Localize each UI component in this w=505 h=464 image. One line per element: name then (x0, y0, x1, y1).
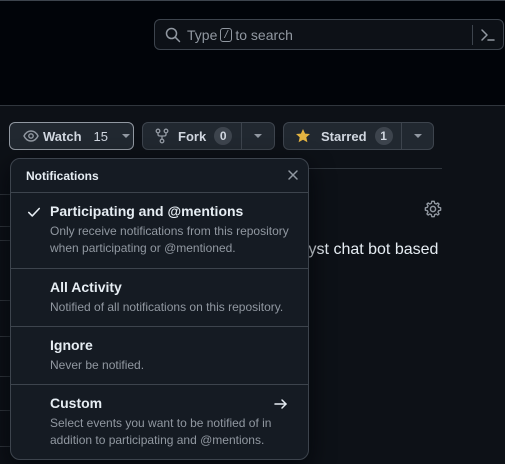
fork-button[interactable]: Fork 0 (143, 123, 241, 149)
search-placeholder-suffix: to search (235, 27, 293, 43)
triangle-down-icon (253, 132, 263, 140)
star-lists-dropdown-button[interactable] (401, 123, 433, 149)
starred-label: Starred (321, 128, 367, 144)
tab-divider (296, 168, 442, 169)
eye-icon (23, 128, 39, 144)
command-palette-icon[interactable] (480, 27, 496, 46)
fork-dropdown-button[interactable] (241, 123, 274, 149)
notification-option-all-activity[interactable]: All Activity Notified of all notificatio… (11, 269, 308, 327)
watch-label: Watch (43, 128, 82, 144)
fork-count: 0 (214, 127, 233, 145)
search-placeholder-prefix: Type (187, 27, 218, 43)
option-title: All Activity (50, 279, 122, 295)
search-shortcut-key: / (220, 28, 233, 42)
search-placeholder: Type / to search (187, 27, 293, 43)
notifications-menu: Notifications Participating and @mention… (10, 158, 309, 460)
x-icon[interactable] (285, 167, 301, 186)
option-description: Never be notified. (50, 358, 145, 372)
star-button-group: Starred 1 (283, 122, 434, 150)
search-icon (165, 27, 181, 46)
starred-button[interactable]: Starred 1 (284, 123, 401, 149)
star-count: 1 (374, 127, 393, 145)
star-fill-icon (295, 128, 311, 144)
left-list-divider (0, 410, 10, 411)
left-list-divider (0, 240, 10, 241)
notifications-menu-title: Notifications (26, 169, 99, 183)
check-icon (27, 205, 41, 222)
left-list-divider (0, 194, 10, 195)
option-description: Notified of all notifications on this re… (50, 300, 284, 314)
repo-forked-icon (155, 128, 169, 144)
about-description: lyst chat bot based (305, 241, 439, 258)
left-list-divider (0, 226, 10, 227)
notification-option-custom[interactable]: Custom Select events you want to be noti… (11, 385, 308, 459)
left-list-divider (0, 300, 10, 301)
option-description: Select events you want to be notified of… (50, 416, 272, 447)
gear-icon[interactable] (424, 200, 442, 221)
triangle-down-icon (413, 132, 423, 140)
notification-option-participating[interactable]: Participating and @mentions Only receive… (11, 193, 308, 269)
option-title: Participating and @mentions (50, 203, 244, 219)
left-list-divider (0, 336, 10, 337)
left-list-divider (0, 376, 10, 377)
left-list-divider (0, 446, 10, 447)
triangle-down-icon (121, 132, 131, 140)
option-title: Ignore (50, 337, 93, 353)
arrow-right-icon (273, 396, 289, 415)
watch-count: 15 (93, 128, 108, 144)
notifications-menu-header: Notifications (11, 159, 308, 193)
option-description: Only receive notifications from this rep… (50, 224, 289, 255)
watch-main[interactable]: Watch 15 (10, 123, 131, 149)
fork-label: Fork (178, 128, 207, 144)
watch-button[interactable]: Watch 15 (9, 122, 134, 150)
global-header: Type / to search (0, 0, 505, 106)
fork-button-group: Fork 0 (142, 122, 275, 150)
header-top-border (0, 0, 505, 1)
search-divider (472, 25, 473, 45)
notification-option-ignore[interactable]: Ignore Never be notified. (11, 327, 308, 385)
search-input[interactable]: Type / to search (154, 19, 504, 50)
option-title: Custom (50, 395, 103, 411)
